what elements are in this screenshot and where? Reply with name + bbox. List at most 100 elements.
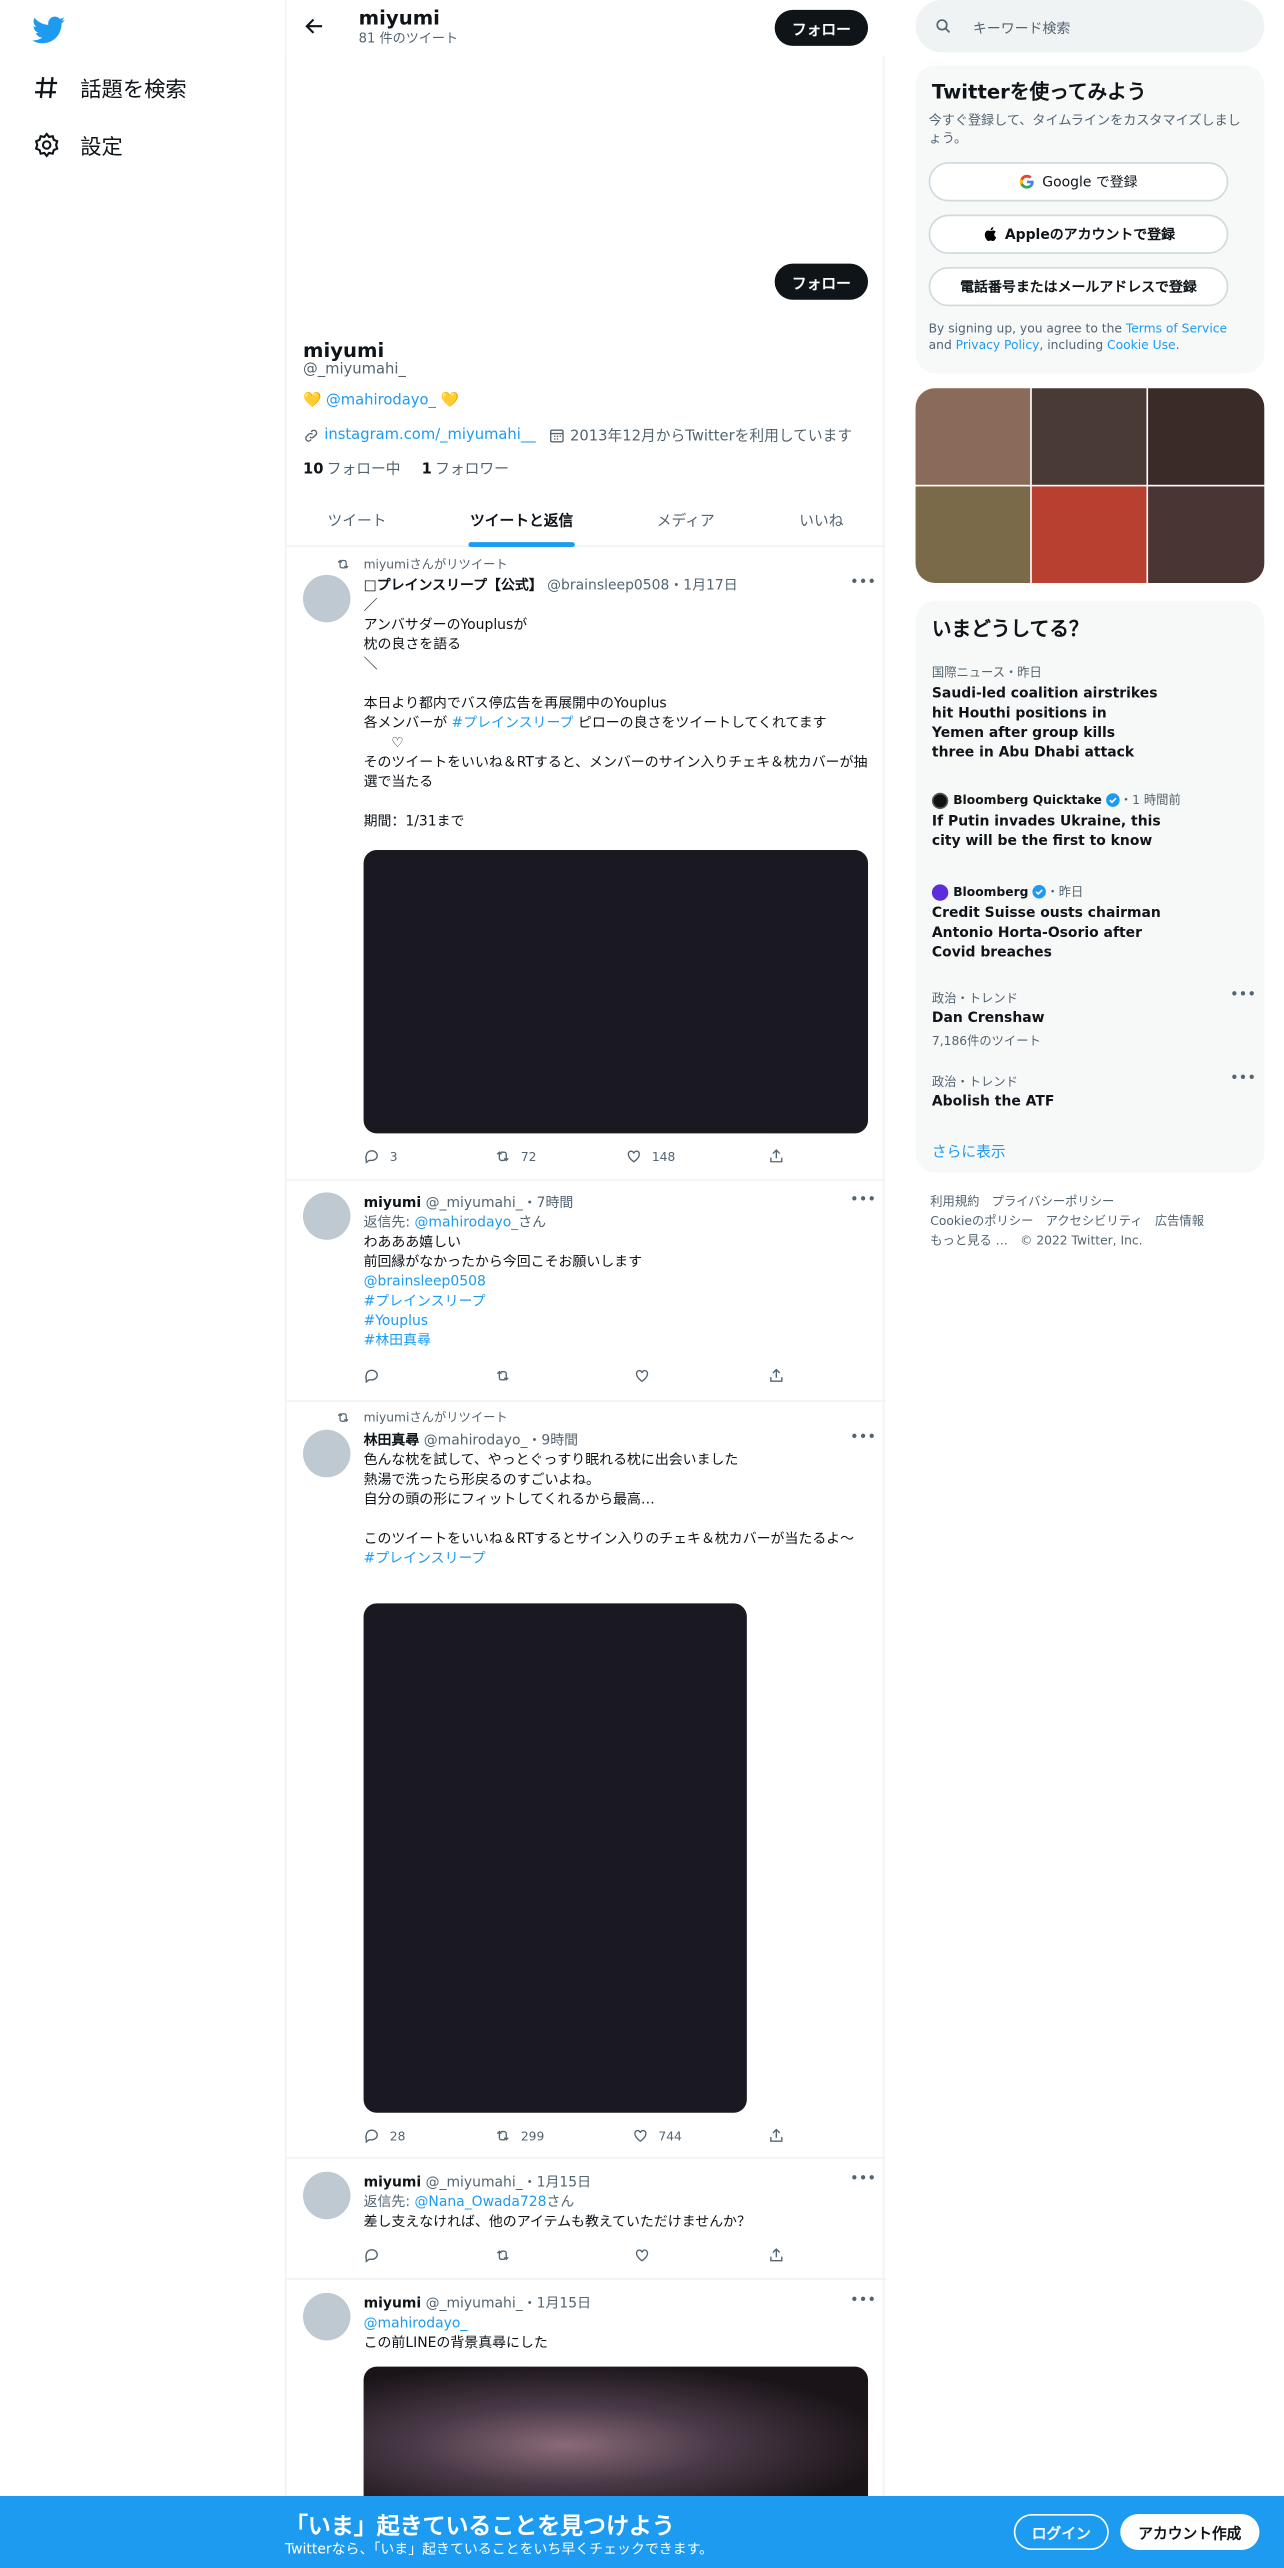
media-thumbnail[interactable] — [1148, 486, 1265, 584]
tweet[interactable]: miyumiさんがリツイート 林田真尋 @mahirodayo_・9時間 •••… — [286, 1402, 887, 2159]
avatar[interactable] — [302, 2171, 351, 2220]
tweet-author-name[interactable]: miyumi — [364, 2296, 422, 2312]
phone-email-signup-button[interactable]: 電話番号またはメールアドレスで登録 — [928, 266, 1229, 307]
bio-mention-link[interactable]: @mahirodayo_ — [326, 393, 436, 409]
avatar[interactable] — [302, 1429, 351, 1478]
footer-line[interactable]: 利用規約 プライバシーポリシー — [930, 1192, 1258, 1212]
tab-tweets[interactable]: ツイート — [328, 509, 387, 530]
privacy-policy-link[interactable]: Privacy Policy — [956, 337, 1040, 352]
apple-icon — [984, 227, 996, 242]
tweet-author-name[interactable]: miyumi — [364, 1196, 422, 1212]
reply-count: 28 — [389, 2128, 406, 2144]
media-thumbnail[interactable] — [1031, 486, 1147, 584]
tweet-author-meta: @mahirodayo_・9時間 — [423, 1433, 579, 1450]
following-count: 10 — [302, 461, 324, 479]
tos-text: By signing up, you agree to the — [928, 321, 1126, 336]
tweet-media[interactable] — [363, 1603, 747, 2113]
reply-icon — [365, 2249, 378, 2263]
apple-signup-button[interactable]: Appleのアカウントで登録 — [928, 214, 1229, 254]
avatar[interactable] — [302, 2292, 351, 2341]
retweet-context-label: miyumiさんがリツイート — [363, 1410, 508, 1425]
hashtag-link[interactable]: #プレインスリープ — [452, 716, 574, 732]
share-button[interactable] — [768, 2128, 794, 2144]
media-thumbnail[interactable] — [1148, 388, 1265, 485]
share-button[interactable] — [768, 2247, 794, 2263]
tweet-author-name[interactable]: miyumi — [364, 2175, 422, 2191]
reply-button[interactable]: 3 — [364, 1148, 398, 1164]
tweet-media[interactable] — [363, 850, 869, 1134]
share-button[interactable] — [768, 1368, 794, 1384]
reply-to-link[interactable]: @Nana_Owada728 — [414, 2195, 546, 2211]
more-icon[interactable]: ••• — [850, 1192, 876, 1208]
footer-links[interactable]: 利用規約 プライバシーポリシー Cookieのポリシー アクセシビリティ 広告情… — [930, 1192, 1258, 1251]
more-icon[interactable]: ••• — [850, 2293, 876, 2309]
hashtag-link[interactable]: #プレインスリープ — [364, 1551, 486, 1567]
search-input[interactable]: キーワード検索 — [915, 0, 1265, 53]
tweet-author-name[interactable]: □プレインスリープ【公式】 — [364, 578, 543, 594]
footer-line[interactable]: もっと見る … © 2022 Twitter, Inc. — [930, 1232, 1258, 1252]
more-icon[interactable]: ••• — [850, 575, 876, 591]
profile-website-link[interactable]: instagram.com/_miyumahi__ — [324, 427, 535, 443]
tweet[interactable]: miyumiさんがリツイート □プレインスリープ【公式】 @brainsleep… — [286, 547, 887, 1181]
tab-media[interactable]: メディア — [657, 509, 715, 530]
share-button[interactable] — [768, 1148, 794, 1164]
retweet-icon — [496, 2250, 509, 2261]
media-thumbnail[interactable] — [1031, 388, 1147, 485]
profile-column: miyumi 81 件のツイート フォロー フォロー miyumi @_miyu… — [284, 0, 887, 2568]
tab-tweets-and-replies[interactable]: ツイートと返信 — [470, 509, 573, 530]
tweet-media[interactable] — [363, 2366, 869, 2498]
retweet-button[interactable] — [495, 2247, 521, 2263]
like-button[interactable] — [634, 1368, 660, 1384]
footer-line[interactable]: Cookieのポリシー アクセシビリティ 広告情報 — [930, 1212, 1258, 1232]
followers-link[interactable]: 1 フォロワー — [422, 462, 509, 478]
tweet-text: 返信先: @mahirodayo_さん わあああ嬉しい 前回縁がなかったから今回… — [364, 1214, 872, 1352]
signup-box: Twitterを使ってみよう 今すぐ登録して、タイムラインをカスタマイズしましょ… — [915, 65, 1265, 374]
mention-link[interactable]: @brainsleep0508 — [364, 1274, 486, 1290]
reply-button[interactable]: 28 — [364, 2128, 406, 2144]
hashtag-link[interactable]: #プレインスリープ — [364, 1294, 486, 1310]
more-icon[interactable]: ••• — [1230, 988, 1256, 1004]
avatar[interactable] — [302, 574, 351, 623]
retweet-button[interactable]: 72 — [495, 1148, 536, 1164]
hashtag-link[interactable]: #林田真尋 — [364, 1333, 431, 1349]
nav-explore[interactable]: 話題を検索 — [33, 72, 187, 103]
avatar[interactable] — [302, 1192, 351, 1240]
reply-button[interactable] — [364, 1368, 390, 1384]
terms-of-service-link[interactable]: Terms of Service — [1126, 321, 1227, 336]
like-button[interactable]: 148 — [626, 1148, 675, 1164]
tweet[interactable]: miyumi @_miyumahi_・7時間 ••• 返信先: @mahirod… — [286, 1181, 887, 1402]
retweet-button[interactable]: 299 — [495, 2128, 544, 2144]
login-button[interactable]: ログイン — [1013, 2514, 1109, 2551]
nav-settings[interactable]: 設定 — [33, 129, 123, 161]
create-account-button[interactable]: アカウント作成 — [1120, 2514, 1260, 2551]
twitter-logo-icon[interactable] — [32, 13, 66, 46]
media-thumbnail[interactable] — [915, 486, 1031, 584]
cookie-use-link[interactable]: Cookie Use — [1107, 337, 1176, 352]
media-thumbnail[interactable] — [915, 388, 1031, 485]
retweet-button[interactable] — [495, 1368, 521, 1384]
tweet-author-name[interactable]: 林田真尋 — [364, 1433, 420, 1449]
share-icon — [770, 2248, 783, 2262]
tweet[interactable]: miyumi @_miyumahi_・1月15日 ••• 返信先: @Nana_… — [286, 2159, 887, 2280]
more-icon[interactable]: ••• — [850, 2172, 876, 2188]
mention-link[interactable]: @mahirodayo_ — [364, 2316, 468, 2332]
google-signup-button[interactable]: Google で登録 — [928, 162, 1229, 202]
reply-to-label: 返信先: — [363, 2194, 415, 2212]
show-more-link[interactable]: さらに表示 — [932, 1140, 1006, 1161]
profile-follow-button[interactable]: フォロー — [774, 263, 869, 300]
back-arrow-icon[interactable] — [303, 15, 326, 38]
like-button[interactable] — [634, 2247, 660, 2263]
reply-to-link[interactable]: @mahirodayo_ — [414, 1215, 518, 1231]
header-follow-button[interactable]: フォロー — [774, 9, 869, 46]
tweet-header: miyumi @_miyumahi_・1月15日 — [364, 2293, 591, 2312]
more-icon[interactable]: ••• — [850, 1430, 876, 1446]
reply-button[interactable] — [364, 2247, 390, 2263]
like-button[interactable]: 744 — [632, 2128, 682, 2144]
hashtag-link[interactable]: #Youplus — [364, 1314, 428, 1330]
following-link[interactable]: 10 フォロー中 — [303, 462, 401, 478]
more-icon[interactable]: ••• — [1230, 1071, 1256, 1087]
tab-likes[interactable]: いいね — [799, 509, 843, 530]
verified-badge-icon — [1032, 885, 1046, 899]
bio-suffix: 💛 — [435, 393, 459, 410]
tweet[interactable]: miyumi @_miyumahi_・1月15日 ••• @mahirodayo… — [287, 2280, 886, 2498]
